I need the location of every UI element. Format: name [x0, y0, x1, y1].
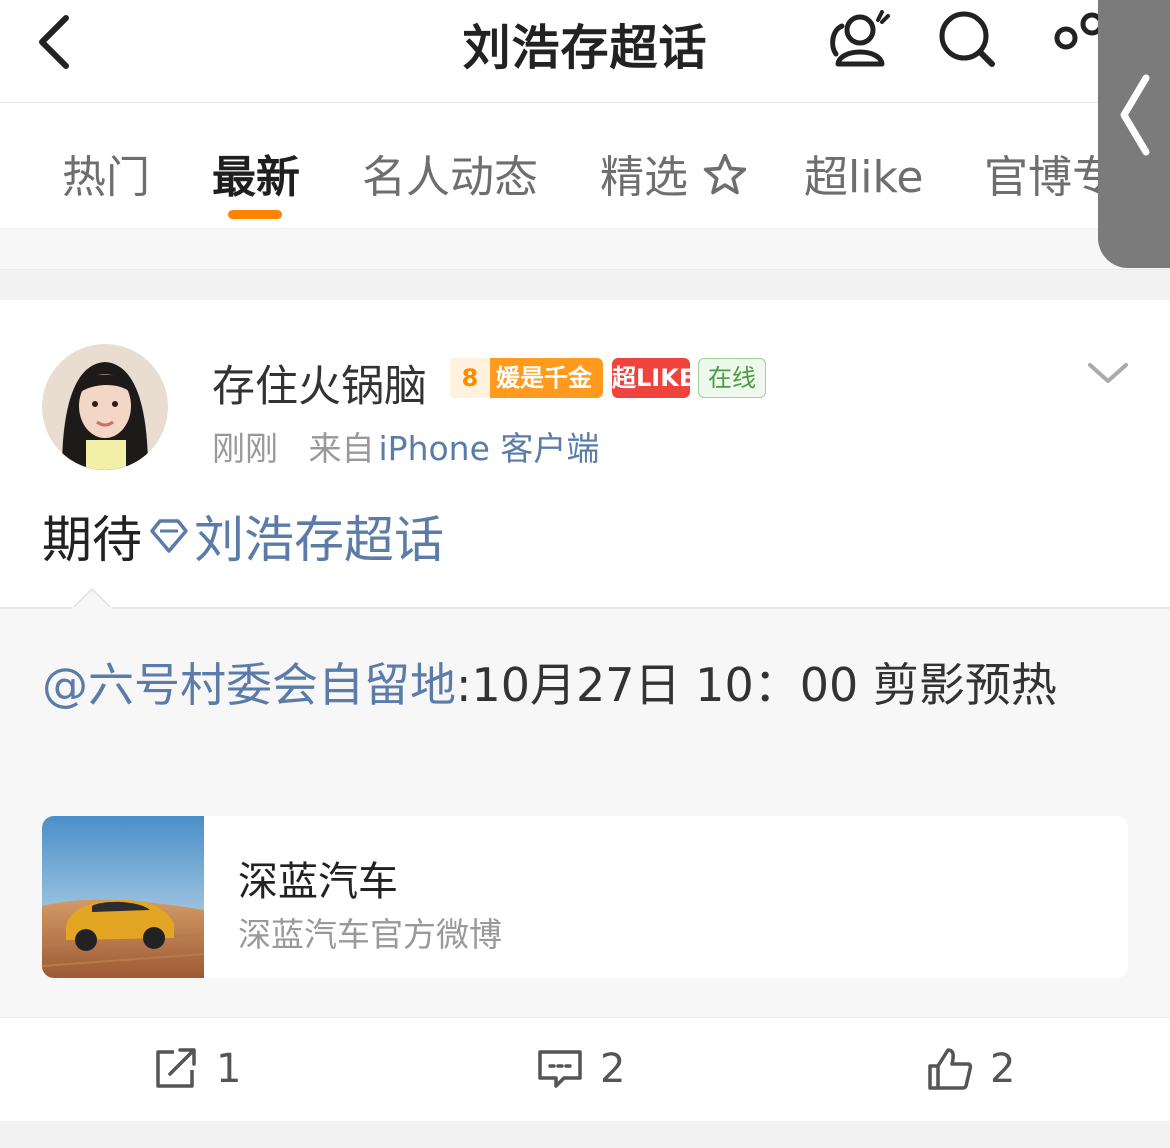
online-badge: 在线 — [698, 358, 766, 398]
tab-celebrity[interactable]: 名人动态 — [362, 141, 538, 205]
section-separator — [0, 229, 1170, 270]
post-text-prefix: 期待 — [42, 511, 142, 569]
tab-bar: 热门 最新 名人动态 精选 超like 官博专 — [0, 103, 1170, 228]
repost-body: :10月27日 10：00 剪影预热 — [456, 658, 1057, 712]
star-icon — [703, 153, 747, 195]
comment-button[interactable]: 2 — [536, 1046, 625, 1092]
repost-count: 1 — [216, 1046, 242, 1092]
topic-name: 刘浩存超话 — [194, 511, 444, 569]
diamond-icon — [150, 519, 188, 553]
active-tab-indicator — [228, 210, 282, 219]
post-source[interactable]: iPhone 客户端 — [379, 429, 600, 468]
card-subtitle: 深蓝汽车官方微博 — [238, 915, 502, 954]
repost-button[interactable]: 1 — [152, 1046, 241, 1092]
superlike-badge[interactable]: 超LIKE — [612, 358, 695, 398]
chevron-down-icon[interactable] — [1086, 355, 1130, 389]
tab-featured-label: 精选 — [600, 152, 688, 203]
repost-area[interactable]: @六号村委会自留地:10月27日 10：00 剪影预热 深蓝汽车 深蓝汽车官方微… — [0, 587, 1170, 1019]
tab-official[interactable]: 官博专 — [984, 141, 1116, 205]
card-title: 深蓝汽车 — [238, 859, 398, 905]
avatar[interactable] — [42, 344, 168, 470]
tab-featured[interactable]: 精选 — [600, 141, 748, 205]
mention-link[interactable]: @六号村委会自留地 — [42, 658, 456, 712]
card-thumbnail — [42, 816, 204, 978]
post-text: 期待 刘浩存超话 — [42, 500, 444, 572]
post-time: 刚刚 — [212, 429, 278, 468]
link-card[interactable]: 深蓝汽车 深蓝汽车官方微博 — [42, 816, 1128, 978]
side-panel-handle[interactable] — [1098, 0, 1170, 268]
action-bar: 1 2 2 — [0, 1017, 1170, 1121]
tab-latest[interactable]: 最新 — [212, 141, 300, 205]
username[interactable]: 存住火锅脑 — [212, 352, 427, 414]
comment-icon — [538, 1050, 582, 1088]
repost-text: @六号村委会自留地:10月27日 10：00 剪影预热 — [42, 649, 1057, 715]
thumbs-up-icon — [928, 1048, 973, 1090]
repost-caret — [72, 587, 112, 609]
like-button[interactable]: 2 — [926, 1046, 1015, 1092]
source-prefix: 来自 — [308, 429, 375, 468]
topic-link[interactable]: 刘浩存超话 — [142, 500, 444, 572]
repost-icon — [156, 1048, 196, 1088]
top-bar: 刘浩存超话 — [0, 0, 1170, 103]
fan-level: 8 — [450, 358, 490, 398]
like-count: 2 — [990, 1046, 1016, 1092]
post-meta: 刚刚 来自 iPhone 客户端 — [212, 422, 599, 470]
comment-count: 2 — [600, 1046, 626, 1092]
members-icon[interactable] — [824, 6, 894, 70]
bottom-separator — [0, 1121, 1170, 1148]
chevron-left-icon — [1120, 74, 1150, 156]
tab-hot[interactable]: 热门 — [62, 141, 150, 205]
fan-level-badge[interactable]: 8 媛是千金 — [450, 358, 603, 398]
top-actions — [824, 6, 1110, 70]
fan-badge-text: 媛是千金 — [496, 364, 592, 392]
tab-superlike[interactable]: 超like — [804, 141, 923, 205]
search-icon[interactable] — [932, 6, 1002, 70]
